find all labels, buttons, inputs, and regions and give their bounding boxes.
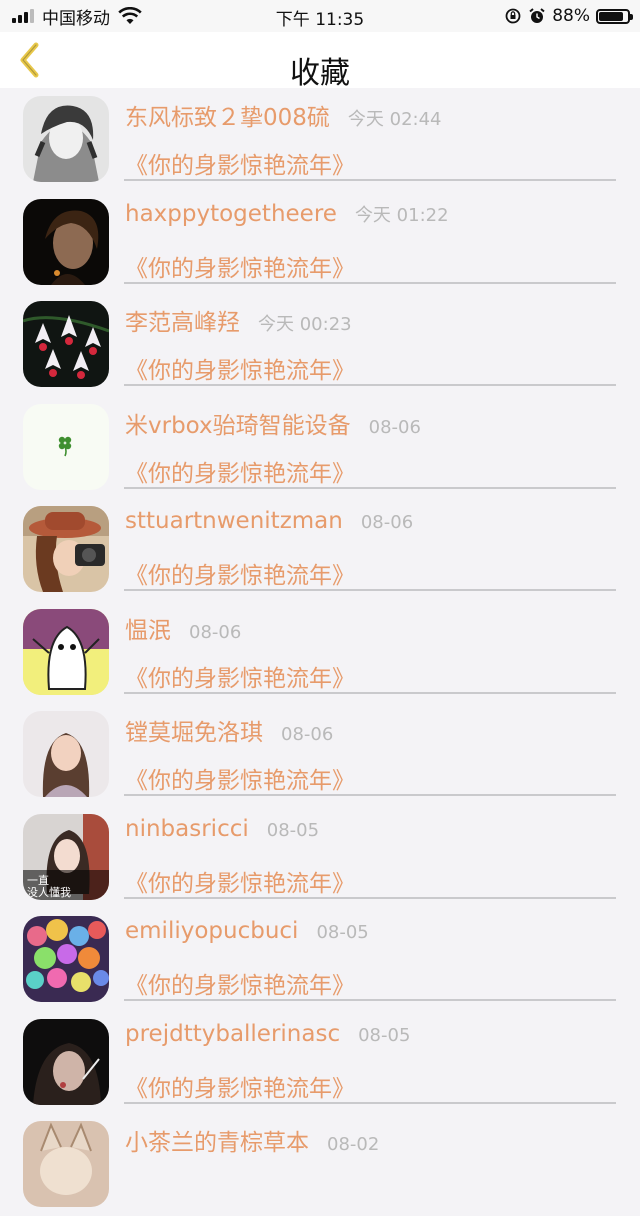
favorite-title[interactable]: 《你的身影惊艳流年》	[125, 966, 355, 1000]
divider	[124, 896, 616, 899]
list-item[interactable]: 米vrbox骀琦智能设备 08-06 《你的身影惊艳流年》	[0, 396, 640, 499]
nav-bar: 收藏	[0, 32, 640, 91]
divider	[124, 384, 616, 386]
timestamp: 08-02	[327, 1134, 380, 1155]
page-title: 收藏	[290, 56, 350, 91]
alarm-icon	[529, 8, 545, 23]
timestamp: 08-05	[266, 819, 320, 841]
timestamp: 今天 01:22	[354, 204, 449, 226]
user-name[interactable]: ninbasricci	[125, 816, 249, 842]
divider	[124, 691, 616, 694]
favorite-title[interactable]: 《你的身影惊艳流年》	[125, 659, 355, 693]
svg-text:没人懂我: 没人懂我	[27, 886, 71, 899]
list-item[interactable]: 东风标致２挚008硫 今天 02:44 《你的身影惊艳流年》	[0, 88, 640, 191]
timestamp: 08-06	[360, 512, 414, 533]
list-item[interactable]: 小茶兰的青棕草本 08-02	[0, 1113, 640, 1216]
divider	[124, 999, 616, 1001]
svg-text:一直: 一直	[27, 873, 49, 887]
timestamp: 08-06	[281, 724, 334, 745]
user-name[interactable]: prejdttyballerinasc	[125, 1021, 340, 1047]
user-name[interactable]: sttuartnwenitzman	[125, 508, 343, 534]
name-line: ninbasricci 08-05	[125, 816, 620, 842]
favorite-title[interactable]: 《你的身影惊艳流年》	[125, 556, 355, 590]
user-name[interactable]: 米vrbox骀琦智能设备	[125, 406, 351, 440]
avatar[interactable]	[23, 711, 109, 797]
avatar[interactable]	[23, 608, 109, 695]
avatar[interactable]	[23, 198, 109, 285]
user-name[interactable]: 小茶兰的青棕草本	[125, 1123, 309, 1157]
list-item[interactable]: haxppytogetheere 今天 01:22 《你的身影惊艳流年》	[0, 191, 640, 294]
favorite-title[interactable]: 《你的身影惊艳流年》	[125, 351, 355, 385]
favorite-title[interactable]: 《你的身影惊艳流年》	[125, 146, 355, 180]
name-line: sttuartnwenitzman 08-06	[125, 508, 620, 534]
list-item[interactable]: 愠泯 08-06 《你的身影惊艳流年》	[0, 601, 640, 704]
name-line: 米vrbox骀琦智能设备 08-06	[125, 406, 620, 440]
name-line: 镗莫堀免洛琪 08-06	[125, 713, 620, 747]
avatar[interactable]	[23, 1121, 109, 1207]
favorite-title[interactable]: 《你的身影惊艳流年》	[125, 454, 355, 488]
name-line: 愠泯 08-06	[125, 611, 620, 645]
timestamp: 08-05	[316, 922, 369, 943]
user-name[interactable]: 李范高峰羟	[125, 303, 240, 337]
name-line: 小茶兰的青棕草本 08-02	[125, 1123, 620, 1157]
status-bar: 中国移动 下午 11:35 88%	[0, 0, 640, 32]
status-right: 88%	[504, 5, 633, 27]
favorite-title[interactable]: 《你的身影惊艳流年》	[125, 1069, 355, 1103]
list-item[interactable]: 一直 没人懂我 ninbasricci 08-05 《你的身影惊艳流年》	[0, 806, 640, 909]
name-line: haxppytogetheere 今天 01:22	[125, 201, 620, 227]
rotation-lock-icon	[505, 8, 521, 24]
name-line: 东风标致２挚008硫 今天 02:44	[125, 98, 620, 132]
favorite-title[interactable]: 《你的身影惊艳流年》	[125, 761, 355, 795]
avatar[interactable]	[23, 403, 109, 490]
timestamp: 08-06	[368, 416, 421, 438]
avatar[interactable]	[23, 506, 109, 592]
divider	[124, 179, 616, 181]
name-line: 李范高峰羟 今天 00:23	[125, 303, 620, 337]
timestamp: 今天 00:23	[258, 314, 352, 335]
user-name[interactable]: haxppytogetheere	[125, 201, 337, 227]
user-name[interactable]: 镗莫堀免洛琪	[125, 713, 263, 747]
favorites-list: 东风标致２挚008硫 今天 02:44 《你的身影惊艳流年》 haxppytog…	[0, 88, 640, 1216]
timestamp: 今天 02:44	[347, 109, 442, 130]
user-name[interactable]: 愠泯	[125, 611, 171, 645]
divider	[124, 589, 616, 591]
battery-percent: 88%	[552, 6, 590, 26]
avatar[interactable]	[23, 1018, 109, 1105]
avatar[interactable]: 一直 没人懂我	[23, 813, 109, 900]
divider	[124, 794, 616, 796]
timestamp: 08-06	[189, 621, 242, 643]
list-item[interactable]: 李范高峰羟 今天 00:23 《你的身影惊艳流年》	[0, 293, 640, 396]
user-name[interactable]: 东风标致２挚008硫	[125, 98, 330, 132]
list-item[interactable]: prejdttyballerinasc 08-05 《你的身影惊艳流年》	[0, 1011, 640, 1114]
avatar[interactable]	[23, 96, 109, 182]
divider	[124, 281, 616, 284]
timestamp: 08-05	[358, 1024, 411, 1046]
list-item[interactable]: 镗莫堀免洛琪 08-06 《你的身影惊艳流年》	[0, 703, 640, 806]
divider	[124, 1101, 616, 1104]
list-item[interactable]: emiliyopucbuci 08-05 《你的身影惊艳流年》	[0, 908, 640, 1011]
favorite-title[interactable]: 《你的身影惊艳流年》	[125, 249, 355, 283]
favorite-title[interactable]: 《你的身影惊艳流年》	[125, 864, 355, 898]
name-line: emiliyopucbuci 08-05	[125, 918, 620, 944]
user-name[interactable]: emiliyopucbuci	[125, 918, 298, 944]
battery-fill	[599, 11, 624, 21]
avatar[interactable]	[23, 916, 109, 1002]
avatar[interactable]	[23, 301, 109, 387]
divider	[124, 486, 616, 489]
list-item[interactable]: sttuartnwenitzman 08-06 《你的身影惊艳流年》	[0, 498, 640, 601]
battery-icon	[596, 8, 633, 24]
name-line: prejdttyballerinasc 08-05	[125, 1021, 620, 1047]
